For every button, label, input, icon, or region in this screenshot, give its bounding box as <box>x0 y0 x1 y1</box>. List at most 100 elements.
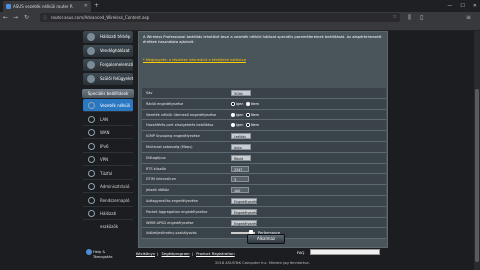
radio-yes[interactable]: Igen <box>231 101 243 107</box>
setting-label: Adóteljesítmény-szabályozás <box>146 231 197 236</box>
window-controls: — ☐ ✕ <box>447 0 477 12</box>
menu-item-icon <box>88 169 95 177</box>
sidebar-item-general[interactable]: Forgalomelemző <box>83 59 133 71</box>
setting-label: WMM APSD engedélyezése <box>146 220 194 225</box>
setting-input[interactable]: 100 <box>231 187 249 194</box>
sidebar-item-general[interactable]: Hálózati térkép <box>83 31 133 43</box>
setting-row: Hozzáférés port elszigetelés beállítása I… <box>142 120 386 132</box>
radio-icon <box>231 112 235 117</box>
help-icon <box>86 249 92 255</box>
copyright: 2018 ASUSTeK Computer Inc. Minden jog fe… <box>215 261 310 265</box>
intro-text: A Wireless Professional beállítás lehető… <box>143 35 382 44</box>
maximize-icon[interactable]: ☐ <box>460 0 464 12</box>
tab-strip: ASUS vezeték nélküli router R ✕ + — ☐ ✕ <box>0 0 480 12</box>
setting-label: Rádió engedélyezése <box>146 101 184 106</box>
setting-row: DTIM intervallum 3 <box>142 174 386 186</box>
radio-no[interactable]: Nem <box>246 112 259 118</box>
setting-row: Jeladó időköz 100 <box>142 185 386 196</box>
setting-label: RTS küszöb <box>146 166 166 171</box>
sidebar-item-general[interactable]: Vendéghálózat <box>83 45 133 57</box>
apply-button[interactable]: Alkalmaz <box>247 234 285 244</box>
radio-icon <box>246 101 250 106</box>
close-window-icon[interactable]: ✕ <box>473 0 477 12</box>
back-icon[interactable]: ← <box>3 12 8 23</box>
new-tab-icon[interactable]: + <box>94 1 99 11</box>
radio-yes[interactable]: Igen <box>231 123 243 128</box>
radio-icon <box>231 101 235 106</box>
setting-label: Hozzáférés port elszigetelés beállítása <box>146 123 214 128</box>
setting-select[interactable]: 5GHz <box>231 90 251 96</box>
library-icon[interactable]: ⫼ <box>408 12 411 23</box>
sidebar-item-advanced[interactable]: Hálózati eszközök <box>83 207 133 229</box>
tab-title: ASUS vezeték nélküli router R <box>13 4 73 9</box>
sidebar-item-advanced[interactable]: Vezeték nélküli <box>83 99 133 112</box>
browser-tab[interactable]: ASUS vezeték nélküli router R ✕ <box>3 1 91 12</box>
radio-yes[interactable]: Igen <box>231 112 243 118</box>
help-support[interactable]: Help & Támogatás <box>86 249 112 259</box>
setting-label: IGMP Snooping engedélyezése <box>146 134 200 139</box>
setting-row: Packet Aggregation engedélyezése Engedély… <box>142 206 386 218</box>
menu-item-icon <box>87 47 95 55</box>
radio-no[interactable]: Nem <box>246 123 259 128</box>
setting-row: Előtagtípus Rövid <box>142 152 386 164</box>
bookmark-star-icon[interactable]: ☆ <box>393 13 397 22</box>
menu-item-icon <box>88 102 95 109</box>
setting-row: Adásgyorsítás engedélyezése Engedélyezés <box>142 195 386 207</box>
reload-icon[interactable]: ↻ <box>24 12 29 23</box>
setting-label: Packet Aggregation engedélyezése <box>146 209 208 214</box>
menu-icon[interactable]: ≡ <box>466 12 471 23</box>
setting-label: Előtagtípus <box>146 155 166 160</box>
setting-row: Sáv 5GHz <box>142 88 386 99</box>
forward-icon[interactable]: → <box>13 12 18 23</box>
sidebar-item-advanced[interactable]: Tűzfal <box>83 167 133 180</box>
setting-label: Sáv <box>146 91 153 95</box>
radio-no[interactable]: Nem <box>246 101 259 107</box>
sidebar-item-advanced[interactable]: IPv6 <box>83 140 133 153</box>
settings-table: Sáv 5GHz Rádió engedélyezése Igen Nem Vezeték… <box>142 88 386 240</box>
tab-close-icon[interactable]: ✕ <box>84 1 88 12</box>
menu-item-icon <box>88 115 95 123</box>
page-scrollbar[interactable] <box>474 31 480 270</box>
faq-label: FAQ <box>297 250 305 255</box>
sidebar-item-advanced[interactable]: Adminisztráció <box>83 180 133 193</box>
setting-row: IGMP Snooping engedélyezése Letiltás <box>142 131 386 142</box>
setting-select[interactable]: Letiltás <box>231 133 251 140</box>
sidebar-item-advanced[interactable]: VPN <box>83 153 133 166</box>
registration-link[interactable]: Product Registration <box>196 251 235 256</box>
footer-links: Kézikönyv | Segédprogram | Product Registr… <box>136 251 235 256</box>
menu-item-icon <box>88 156 95 163</box>
site-info-icon[interactable]: ⓘ <box>43 13 47 22</box>
manual-link[interactable]: Kézikönyv <box>136 251 155 256</box>
setting-row: Multicast sebesség (Mbps) Auto <box>142 141 386 153</box>
setting-select[interactable]: Auto <box>231 143 251 150</box>
setting-label: Adásgyorsítás engedélyezése <box>146 198 198 203</box>
setting-select[interactable]: Engedélyezés <box>231 208 257 215</box>
setting-label: Jeladó időköz <box>146 188 169 193</box>
sidebar-item-general[interactable]: Szülői felügyelet <box>83 73 133 85</box>
setting-label: Vezeték nélküli ütemező engedélyezése <box>146 112 217 117</box>
setting-label: DTIM intervallum <box>146 177 176 182</box>
setting-select[interactable]: Rövid <box>231 154 251 161</box>
sidebar: Hálózati térkép Vendéghálózat Forgalomelem… <box>80 31 136 263</box>
scrollbar-thumb[interactable] <box>475 89 479 262</box>
setting-input[interactable]: 3 <box>231 176 249 183</box>
sidebar-item-advanced[interactable]: Rendszernapló <box>83 194 133 207</box>
setting-select[interactable]: Engedélyezés <box>231 197 257 204</box>
address-bar[interactable]: ⓘ router.asus.com/Advanced_Wireless_Cont… <box>40 13 400 22</box>
setting-row: WMM APSD engedélyezése Engedélyezés <box>142 217 386 229</box>
setting-label: Multicast sebesség (Mbps) <box>146 144 193 149</box>
note-link[interactable]: * Megjegyzés: a részletes információ a k… <box>143 58 246 62</box>
utility-link[interactable]: Segédprogram <box>161 251 189 256</box>
bookmarks-bar: Most VisitedCarissima Gold Wome...Razer … <box>0 23 480 31</box>
sidebar-toggle-icon[interactable]: ▯ <box>420 12 423 23</box>
advanced-settings-header: Speciális beállítások <box>82 89 134 98</box>
setting-select[interactable]: Engedélyezés <box>231 219 257 226</box>
sidebar-item-advanced[interactable]: WAN <box>83 126 133 139</box>
faq-search-input[interactable] <box>310 249 380 255</box>
minimize-icon[interactable]: — <box>447 0 452 12</box>
setting-input[interactable]: 2347 <box>231 165 249 172</box>
sidebar-item-advanced[interactable]: LAN <box>83 113 133 126</box>
radio-icon <box>231 123 235 128</box>
navigation-bar: ← → ↻ ⓘ router.asus.com/Advanced_Wireles… <box>0 12 480 23</box>
menu-item-icon <box>88 196 95 204</box>
